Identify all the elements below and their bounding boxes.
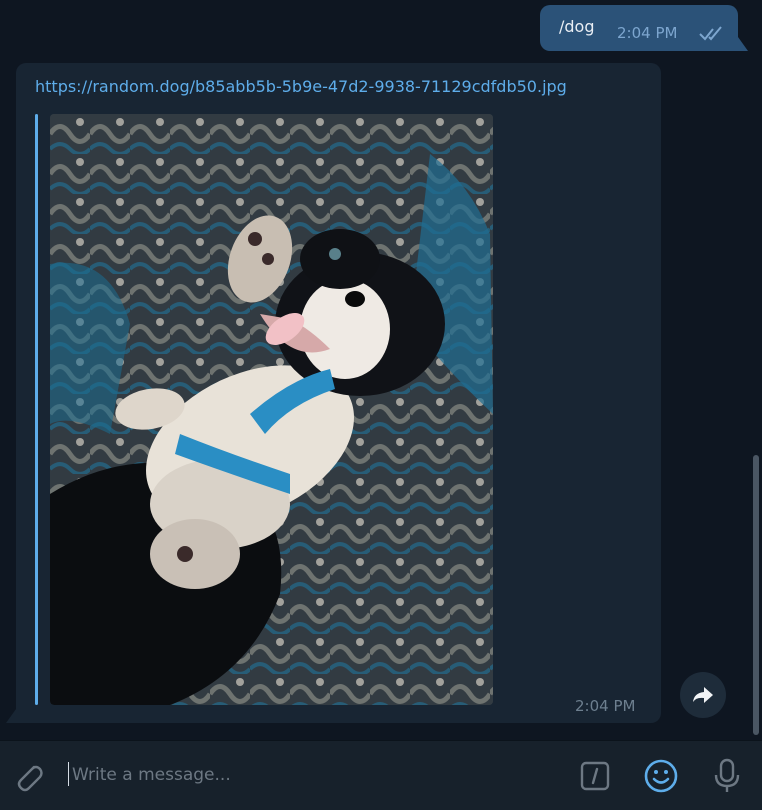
- outgoing-bubble-tail: [738, 37, 748, 51]
- double-check-icon: [699, 26, 722, 41]
- message-time: 2:04 PM: [617, 24, 678, 42]
- message-link[interactable]: https://random.dog/b85abb5b-5b9e-47d2-99…: [35, 77, 567, 96]
- forward-button[interactable]: [680, 672, 726, 718]
- scrollbar-thumb[interactable]: [753, 455, 759, 735]
- message-input[interactable]: [66, 760, 552, 790]
- forward-arrow-icon: [693, 687, 713, 703]
- slash-command-icon[interactable]: [580, 761, 610, 791]
- smile-icon[interactable]: [643, 758, 679, 794]
- microphone-icon[interactable]: [710, 757, 744, 795]
- dog-photo[interactable]: [50, 114, 493, 705]
- message-text: /dog: [559, 17, 595, 36]
- chat-history[interactable]: /dog 2:04 PM https://random.dog/b85abb5b…: [0, 0, 762, 740]
- dog-photo-image: [50, 114, 493, 705]
- outgoing-message[interactable]: /dog 2:04 PM: [540, 5, 738, 51]
- incoming-message[interactable]: https://random.dog/b85abb5b-5b9e-47d2-99…: [16, 63, 661, 723]
- link-preview-bar: [35, 114, 38, 705]
- incoming-bubble-tail: [6, 709, 16, 723]
- message-time: 2:04 PM: [575, 697, 636, 715]
- message-composer: [0, 740, 762, 810]
- paperclip-icon[interactable]: [12, 759, 46, 793]
- scrollbar[interactable]: [753, 0, 759, 740]
